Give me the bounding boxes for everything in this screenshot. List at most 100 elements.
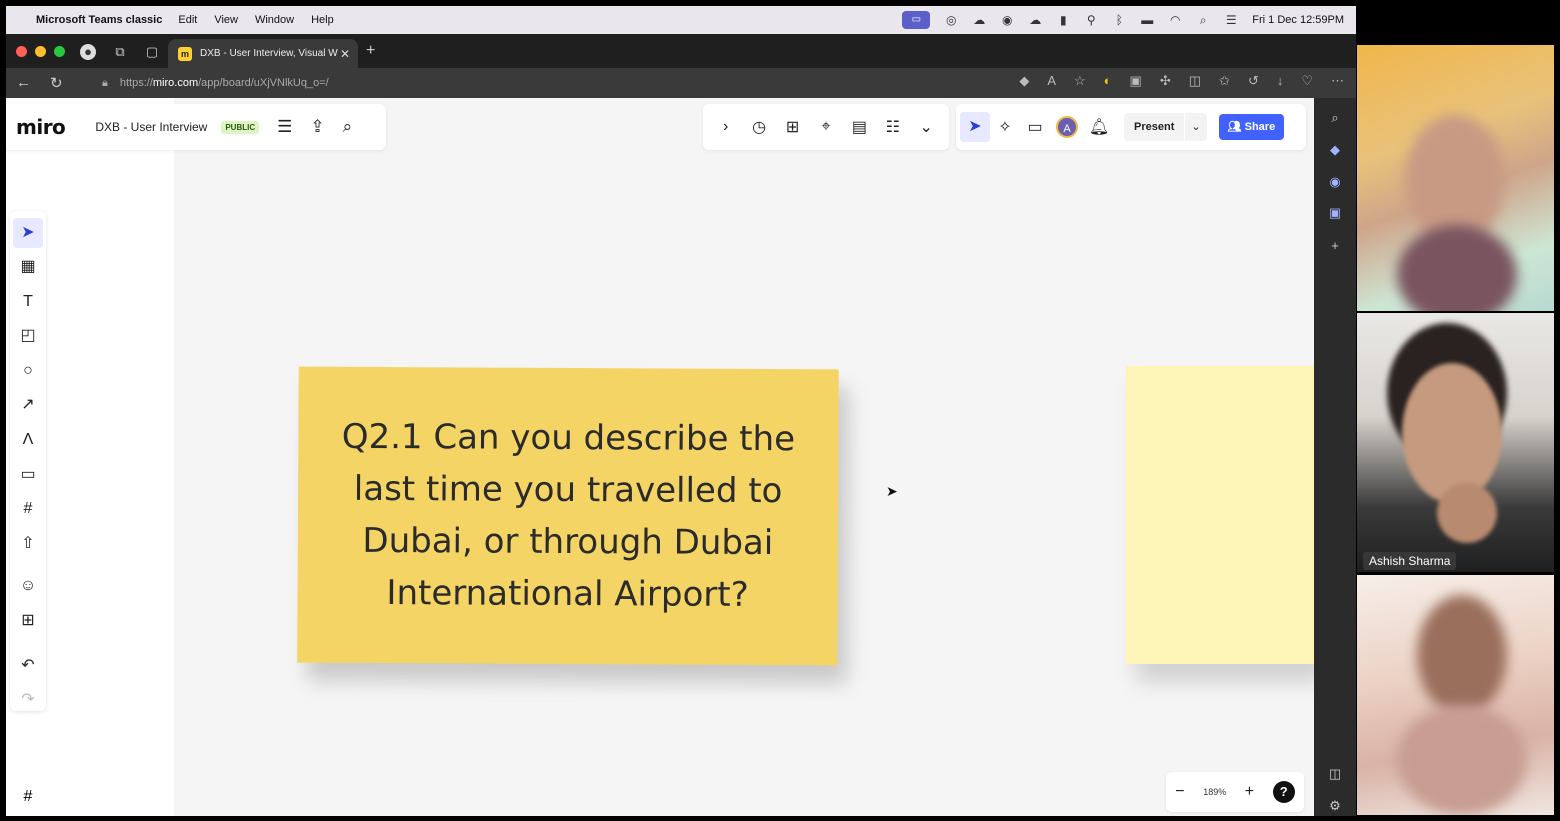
zoom-in-icon[interactable]: +	[1245, 783, 1254, 801]
search-board-icon[interactable]: ⌕	[343, 117, 353, 137]
cloud-icon[interactable]: ☁	[972, 14, 986, 26]
reload-icon[interactable]: ↻	[50, 74, 63, 92]
menu-help[interactable]: Help	[311, 14, 334, 26]
text-tool-icon[interactable]: T	[13, 287, 43, 317]
shield-icon[interactable]: ◎	[944, 14, 958, 26]
redo-icon[interactable]: ↷	[13, 685, 43, 715]
cursor-mode-icon[interactable]: ➤	[960, 112, 990, 142]
present-button[interactable]: Present	[1124, 113, 1185, 141]
zoom-level[interactable]: 189%	[1203, 787, 1226, 797]
sidebar-tag-icon[interactable]: ◆	[1327, 142, 1343, 158]
comments-icon[interactable]: ▭	[1020, 117, 1050, 137]
window-controls	[16, 46, 65, 57]
voting-icon[interactable]: ▤	[844, 117, 874, 137]
board-header: miro DXB - User Interview PUBLIC ☰ ⇪ ⌕	[6, 104, 386, 150]
onedrive-icon[interactable]: ☁	[1028, 14, 1042, 26]
more-icon[interactable]: ⋯	[1331, 73, 1344, 89]
sidebar-panel-icon[interactable]: ◫	[1327, 766, 1343, 782]
zoom-out-icon[interactable]: −	[1175, 783, 1184, 801]
more-tools-chevron-icon[interactable]: ⌄	[911, 117, 941, 137]
avatar[interactable]: A	[1056, 116, 1078, 138]
miro-logo[interactable]: miro	[16, 115, 66, 139]
menu-view[interactable]: View	[214, 14, 238, 26]
timer-icon[interactable]: ◷	[744, 117, 774, 137]
connection-line-tool-icon[interactable]: ↗	[13, 390, 43, 420]
comment-tool-icon[interactable]: ▭	[13, 460, 43, 490]
menu-bar-clock[interactable]: Fri 1 Dec 12:59PM	[1252, 14, 1344, 26]
notes-icon[interactable]: ☷	[878, 117, 908, 137]
reactions-icon[interactable]: ✧	[990, 117, 1020, 137]
frame-tool-icon[interactable]: #	[13, 494, 43, 524]
sidebar-search-icon[interactable]: ⌕	[1327, 110, 1343, 126]
select-tool-icon[interactable]: ➤	[13, 218, 43, 248]
heart-icon[interactable]: ♡	[1301, 73, 1313, 89]
split-screen-icon[interactable]: ◫	[1189, 73, 1201, 89]
browser-sidebar: ⌕ ◆ ◉ ▣ + ◫ ⚙	[1314, 98, 1356, 816]
search-icon[interactable]: ⌕	[1196, 14, 1210, 26]
sidebar-outlook-icon[interactable]: ▣	[1327, 205, 1343, 221]
download-icon[interactable]: ↓	[1277, 73, 1284, 89]
add-frame-icon[interactable]: ⊞	[778, 117, 808, 137]
apps-tool-icon[interactable]: ☺	[13, 571, 43, 601]
battery-icon[interactable]: ▬	[1140, 14, 1154, 26]
history-icon[interactable]: ↺	[1248, 73, 1259, 89]
puzzle-icon[interactable]: ✣	[1160, 73, 1171, 89]
address-bar-row: ← ↻ 🔒︎ https://miro.com/app/board/uXjVNl…	[6, 68, 1356, 98]
frames-panel-icon[interactable]: #	[10, 781, 46, 813]
templates-tool-icon[interactable]: ▦	[13, 252, 43, 282]
key-icon[interactable]: ⚲	[1084, 14, 1098, 26]
shape-tool-icon[interactable]: ○	[13, 356, 43, 386]
more-tools-icon[interactable]: ⊞	[13, 606, 43, 636]
miro-board-canvas[interactable]: miro DXB - User Interview PUBLIC ☰ ⇪ ⌕ ›…	[6, 98, 1314, 816]
back-icon[interactable]: ←	[16, 74, 31, 91]
board-name[interactable]: DXB - User Interview	[95, 120, 207, 134]
close-tab-icon[interactable]: ✕	[340, 47, 350, 61]
help-icon[interactable]: ?	[1272, 781, 1295, 803]
menu-window[interactable]: Window	[255, 14, 294, 26]
sticky-note-partial[interactable]	[1126, 366, 1314, 664]
upload-tool-icon[interactable]: ⇧	[13, 529, 43, 559]
camera-icon[interactable]: ▣	[1130, 73, 1142, 89]
expand-chevron-icon[interactable]: ›	[711, 118, 741, 136]
undo-icon[interactable]: ↶	[13, 651, 43, 681]
url-field[interactable]: 🔒︎ https://miro.com/app/board/uXjVNlkUq_…	[92, 72, 942, 94]
sticky-note[interactable]: Q2.1 Can you describe the last time you …	[297, 366, 839, 666]
workspaces-icon[interactable]: ⧉	[112, 44, 128, 60]
favorite-star-icon[interactable]: ☆	[1074, 73, 1086, 89]
focus-icon[interactable]: ⌖	[811, 118, 841, 136]
export-icon[interactable]: ⇪	[310, 117, 324, 137]
sidebar-copilot-icon[interactable]: ◉	[1327, 174, 1343, 190]
new-tab-icon[interactable]: +	[366, 42, 375, 60]
profile-icon[interactable]: ●	[80, 44, 96, 60]
read-aloud-icon[interactable]: A	[1047, 73, 1056, 89]
minimize-window-button[interactable]	[35, 46, 46, 57]
share-button[interactable]: 👥︎ Share	[1218, 114, 1285, 140]
visibility-badge[interactable]: PUBLIC	[221, 120, 260, 134]
present-dropdown-icon[interactable]: ⌄	[1185, 113, 1207, 141]
close-window-button[interactable]	[16, 46, 27, 57]
tab-miro-board[interactable]: m DXB - User Interview, Visual W ✕	[168, 39, 358, 68]
phone-icon[interactable]: ▮	[1056, 14, 1070, 26]
notifications-bell-icon[interactable]: 🔔︎	[1084, 117, 1114, 137]
tag-icon[interactable]: ◆	[1019, 73, 1029, 89]
tab-actions-icon[interactable]: ▢	[144, 44, 160, 60]
sidebar-add-icon[interactable]: +	[1327, 238, 1343, 254]
wifi-icon[interactable]: ◠	[1168, 14, 1182, 26]
extension-icon[interactable]: ◐	[1104, 73, 1112, 89]
participant-video-1[interactable]	[1357, 45, 1554, 311]
menu-icon[interactable]: ☰	[277, 117, 292, 137]
bluetooth-icon[interactable]: ᛒ	[1112, 14, 1126, 26]
pen-tool-icon[interactable]: Λ	[13, 425, 43, 455]
sidebar-settings-icon[interactable]: ⚙	[1327, 798, 1343, 814]
teams-share-icon[interactable]: ▭	[902, 11, 931, 29]
menu-app-name[interactable]: Microsoft Teams classic	[36, 14, 162, 26]
participant-video-3[interactable]	[1357, 575, 1554, 815]
menu-edit[interactable]: Edit	[178, 14, 197, 26]
participant-video-2[interactable]: Ashish Sharma	[1357, 313, 1554, 572]
control-center-icon[interactable]: ☰	[1224, 14, 1238, 26]
sticky-note-tool-icon[interactable]: ◰	[13, 321, 43, 351]
favorites-icon[interactable]: ✩	[1219, 73, 1230, 89]
sticky-note-text[interactable]: Q2.1 Can you describe the last time you …	[323, 411, 812, 622]
maximize-window-button[interactable]	[54, 46, 65, 57]
app-status-icon[interactable]: ◉	[1000, 14, 1014, 26]
